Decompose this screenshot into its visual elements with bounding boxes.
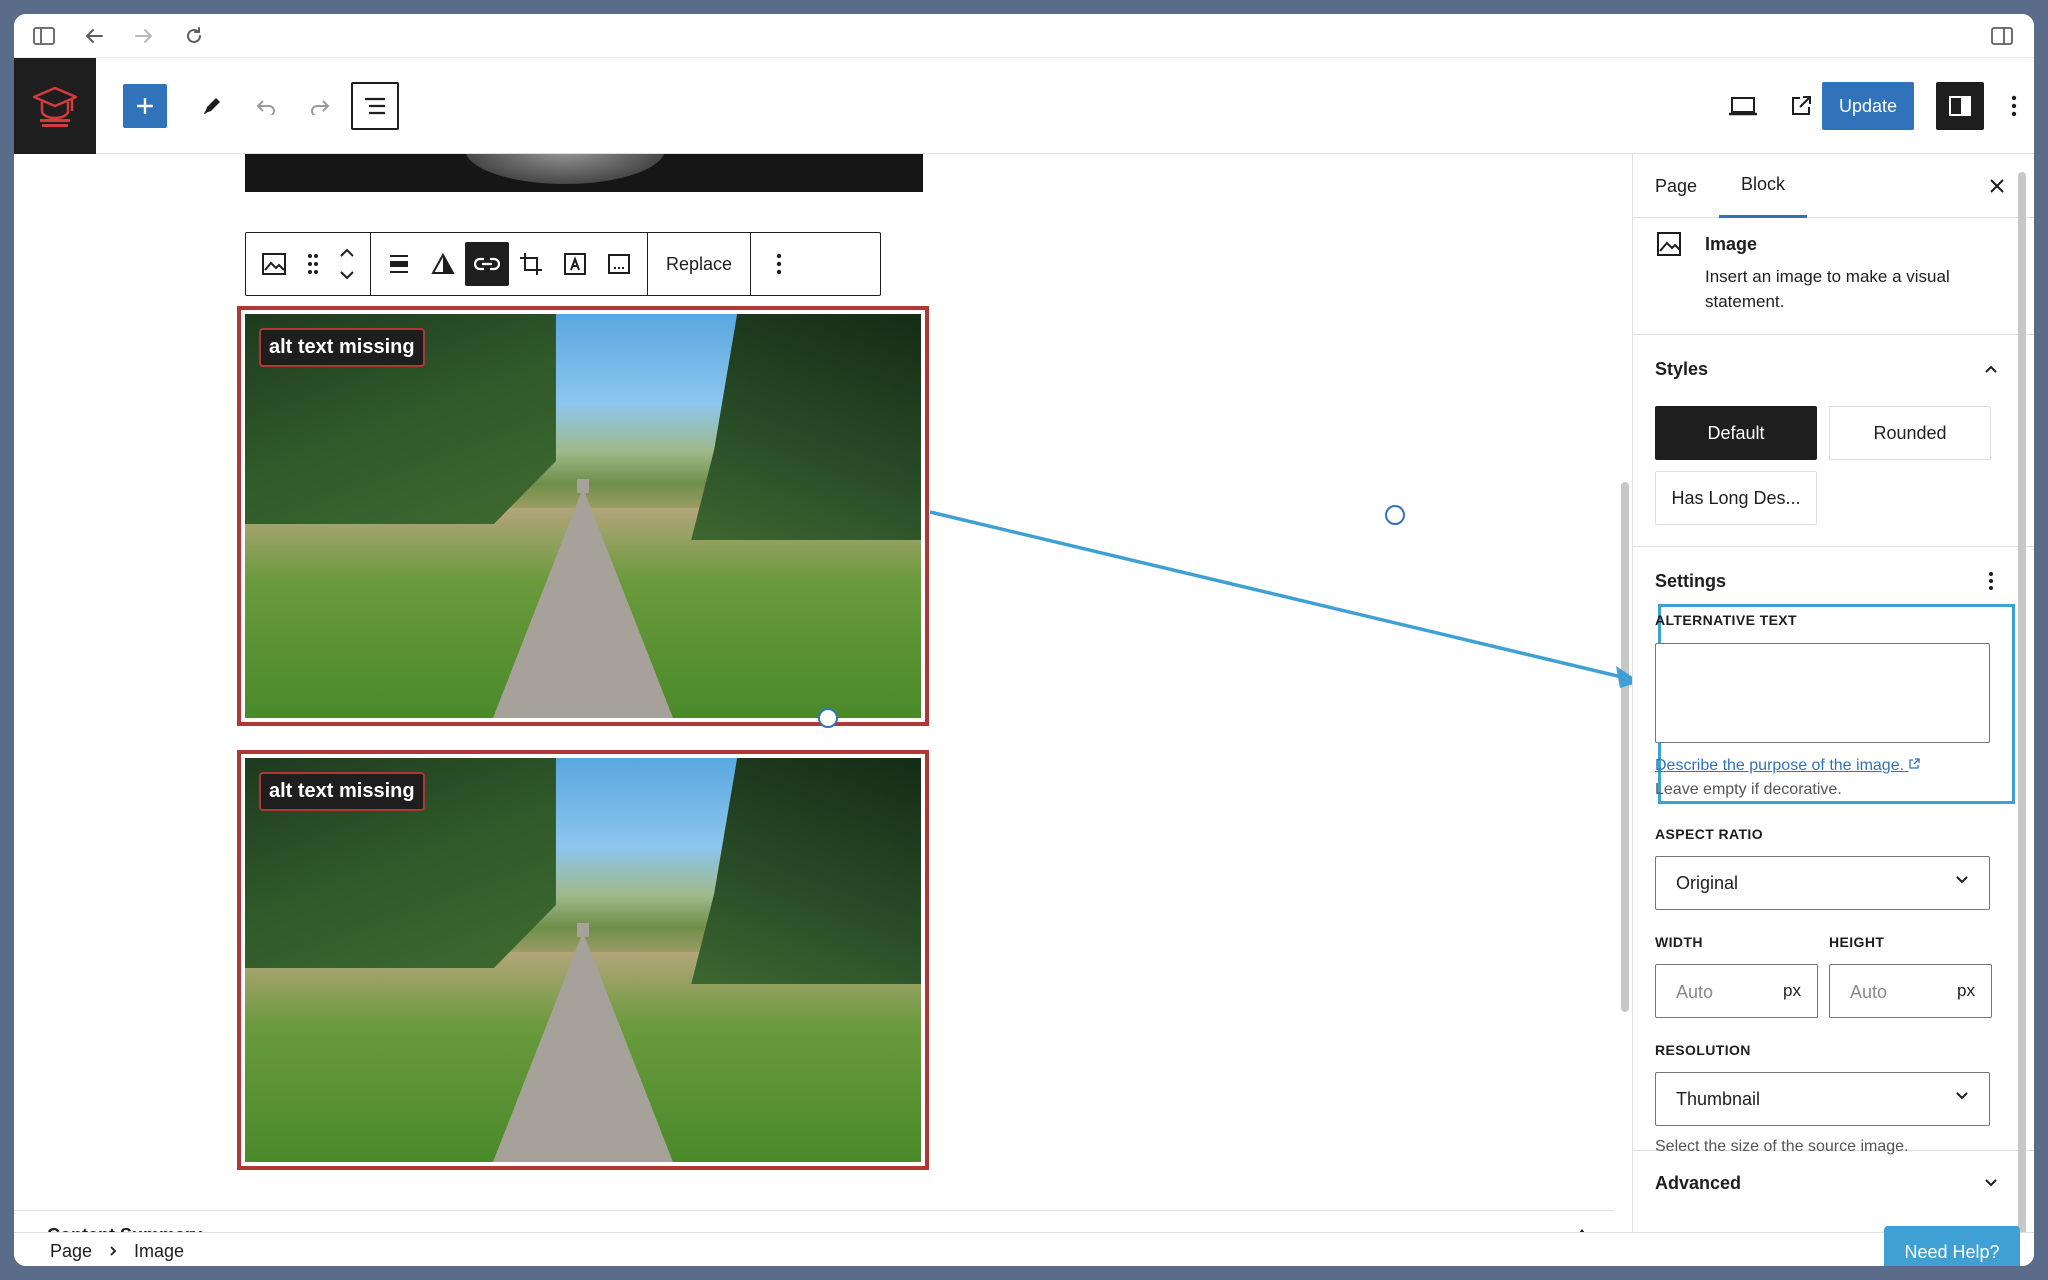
sidebar-scrollbar[interactable]	[2016, 164, 2028, 1244]
resolution-label: RESOLUTION	[1655, 1042, 1751, 1058]
canvas-scrollbar[interactable]	[1618, 154, 1632, 1244]
resolution-select[interactable]: Thumbnail	[1655, 1072, 1990, 1126]
breadcrumb-page[interactable]: Page	[50, 1241, 92, 1262]
chevron-down-icon[interactable]	[1979, 1171, 2003, 1195]
height-placeholder: Auto	[1850, 982, 1888, 1002]
toolbar-group-block	[246, 233, 371, 295]
style-rounded-button[interactable]: Rounded	[1829, 406, 1991, 460]
aspect-ratio-select[interactable]: Original	[1655, 856, 1990, 910]
forward-arrow-icon[interactable]	[128, 22, 160, 50]
toolbar-group-options	[751, 233, 807, 295]
site-logo-icon[interactable]	[14, 58, 96, 154]
width-unit: px	[1783, 981, 1801, 1000]
image-block-selected[interactable]: alt text missing	[237, 306, 929, 726]
style-long-description-button[interactable]: Has Long Des...	[1655, 471, 1817, 525]
chevron-up-icon[interactable]	[1979, 357, 2003, 381]
editor-header: Update	[14, 58, 2034, 154]
settings-title: Settings	[1655, 571, 1727, 591]
height-input[interactable]: Auto px	[1829, 964, 1992, 1018]
height-label: HEIGHT	[1829, 934, 1885, 950]
settings-sidebar-toggle-icon[interactable]	[1936, 82, 1984, 130]
undo-icon[interactable]	[242, 82, 290, 130]
tab-block[interactable]: Block	[1719, 154, 1808, 218]
alt-text-help-note: Leave empty if decorative.	[1655, 781, 1842, 798]
align-icon[interactable]	[377, 242, 421, 286]
image-block-icon[interactable]	[252, 242, 296, 286]
resize-handle[interactable]	[818, 708, 838, 728]
close-icon[interactable]	[1973, 162, 2021, 210]
crop-icon[interactable]	[509, 242, 553, 286]
alt-text-missing-badge: alt text missing	[259, 772, 425, 811]
chevron-right-icon	[110, 1246, 117, 1256]
redo-icon[interactable]	[296, 82, 344, 130]
drag-handle-icon[interactable]	[296, 242, 330, 286]
block-title: Image	[1705, 234, 1758, 254]
alt-text-input[interactable]	[1655, 643, 1990, 743]
aspect-ratio-label: ASPECT RATIO	[1655, 826, 1763, 842]
alt-text-help-link-label: Describe the purpose of the image.	[1655, 757, 1905, 774]
external-link-icon	[1909, 758, 1921, 769]
add-block-button[interactable]	[123, 84, 167, 128]
link-icon[interactable]	[465, 242, 509, 286]
toolbar-group-format	[371, 233, 648, 295]
caption-icon[interactable]	[597, 242, 641, 286]
chevron-down-icon	[1956, 876, 1968, 884]
need-help-button[interactable]: Need Help?	[1884, 1226, 2020, 1266]
document-overview-button[interactable]	[351, 82, 399, 130]
styles-title[interactable]: Styles	[1655, 359, 1708, 380]
width-placeholder: Auto	[1676, 982, 1714, 1002]
block-toolbar: Replace	[245, 232, 881, 296]
move-up-down-icon[interactable]	[330, 242, 364, 286]
tab-page[interactable]: Page	[1633, 154, 1719, 218]
image-block[interactable]: alt text missing	[237, 750, 929, 1170]
alt-text-missing-badge: alt text missing	[259, 328, 425, 367]
settings-sidebar: Page Block Image Insert an image to make…	[1632, 154, 2034, 1246]
previous-image-block[interactable]	[245, 154, 923, 192]
block-description: Insert an image to make a visual stateme…	[1705, 267, 1950, 311]
cursor-indicator	[1385, 505, 1405, 525]
browser-chrome	[14, 14, 2034, 58]
sidebar-toggle-icon[interactable]	[28, 22, 60, 50]
alt-text-label: ALTERNATIVE TEXT	[1655, 612, 1797, 628]
sidebar-tabs: Page Block	[1633, 154, 2034, 218]
landscape-photo: alt text missing	[245, 758, 921, 1162]
view-page-external-icon[interactable]	[1777, 82, 1825, 130]
chevron-down-icon	[1956, 1092, 1968, 1100]
browser-window: Update Replace alt text missing alt text…	[14, 14, 2034, 1266]
height-unit: px	[1957, 981, 1975, 1000]
resolution-value: Thumbnail	[1676, 1088, 1761, 1109]
breadcrumb-image[interactable]: Image	[134, 1241, 184, 1262]
duotone-filter-icon[interactable]	[421, 242, 465, 286]
alt-text-help-link[interactable]: Describe the purpose of the image.	[1655, 757, 1921, 775]
width-label: WIDTH	[1655, 934, 1703, 950]
toolbar-group-replace: Replace	[648, 233, 752, 295]
advanced-panel: Advanced	[1633, 1151, 2034, 1211]
preview-device-icon[interactable]	[1719, 82, 1767, 130]
advanced-title[interactable]: Advanced	[1655, 1173, 1741, 1194]
settings-options-icon[interactable]	[1979, 569, 2003, 593]
editor-canvas: Replace alt text missing alt text missin…	[14, 154, 1614, 1246]
block-options-icon[interactable]	[757, 242, 801, 286]
text-overlay-icon[interactable]	[553, 242, 597, 286]
more-options-icon[interactable]	[1990, 82, 2034, 130]
back-arrow-icon[interactable]	[78, 22, 110, 50]
tools-pencil-icon[interactable]	[188, 82, 236, 130]
block-card: Image Insert an image to make a visual s…	[1633, 218, 2034, 335]
replace-button[interactable]: Replace	[654, 254, 744, 275]
breadcrumb: Page Image	[14, 1232, 2034, 1266]
reload-icon[interactable]	[178, 22, 210, 50]
landscape-photo: alt text missing	[245, 314, 921, 718]
styles-panel: Styles Default Rounded Has Long Des...	[1633, 335, 2034, 547]
image-icon	[1655, 230, 1683, 258]
width-input[interactable]: Auto px	[1655, 964, 1818, 1018]
split-view-icon[interactable]	[1986, 22, 2018, 50]
update-button[interactable]: Update	[1822, 82, 1914, 130]
style-default-button[interactable]: Default	[1655, 406, 1817, 460]
aspect-ratio-value: Original	[1676, 872, 1739, 893]
